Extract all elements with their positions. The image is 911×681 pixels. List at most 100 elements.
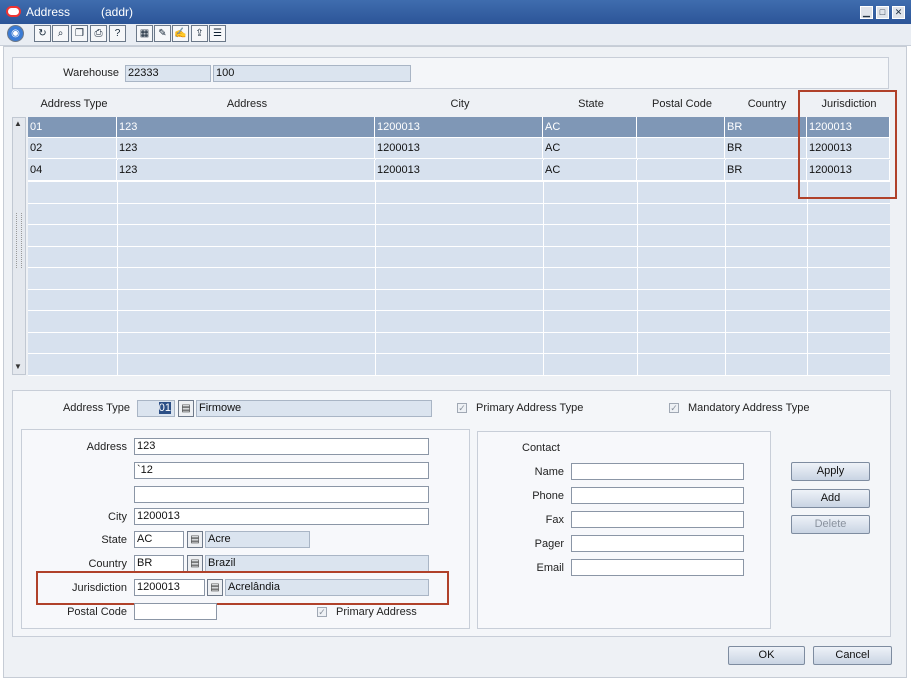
scroll-up-icon[interactable]: ▲ [14,119,22,128]
cell-state[interactable]: AC [543,117,637,138]
cell-country[interactable]: BR [725,138,807,159]
address-type-desc-field: Firmowe [196,400,432,417]
scroll-thumb[interactable] [16,213,22,268]
email-input[interactable] [571,559,744,576]
title-bar: Address (addr) ▁ □ ✕ [0,0,911,24]
contact-title: Contact [522,442,560,454]
pager-input[interactable] [571,535,744,552]
maximize-icon[interactable]: □ [876,6,889,19]
primary-address-type-label: Primary Address Type [476,402,584,414]
mandatory-address-type-checkbox[interactable]: ✓ [669,403,679,413]
refresh-icon[interactable]: ↻ [34,25,51,42]
column-header[interactable]: Address [118,98,376,110]
window-title: Address [26,5,71,19]
row-divider [28,245,890,247]
close-icon[interactable]: ✕ [892,6,905,19]
row-divider [28,374,890,376]
scroll-down-icon[interactable]: ▼ [14,362,22,371]
row-divider [28,181,890,182]
delete-button[interactable]: Delete [791,515,870,534]
cell-address-type[interactable]: 02 [28,138,117,159]
window-subtitle: (addr) [101,5,134,19]
address-type-field[interactable]: 01 [137,400,175,417]
cell-postal[interactable] [637,138,725,159]
grid-header: Address Type Address City State Postal C… [12,95,890,115]
row-divider [28,353,890,354]
row-divider [28,310,890,311]
cell-address[interactable]: 123 [117,160,375,181]
country-label: Country [88,558,127,570]
minimize-icon[interactable]: ▁ [860,6,873,19]
country-desc-field: Brazil [205,555,429,572]
list-icon[interactable]: ☰ [209,25,226,42]
city-input[interactable]: 1200013 [134,508,429,525]
cell-country[interactable]: BR [725,160,807,181]
oracle-logo-icon [6,6,21,17]
primary-address-type-checkbox[interactable]: ✓ [457,403,467,413]
cell-postal[interactable] [637,117,725,138]
help-icon[interactable]: ? [109,25,126,42]
column-header[interactable]: State [544,98,638,110]
edit-icon[interactable]: ✎ [154,25,171,42]
cell-address-type[interactable]: 01 [28,117,117,138]
country-lov-icon[interactable]: ▤ [187,555,203,572]
primary-address-label: Primary Address [336,606,417,618]
column-header[interactable]: Country [726,98,808,110]
add-button[interactable]: Add [791,489,870,508]
name-input[interactable] [571,463,744,480]
ok-button[interactable]: OK [728,646,805,665]
print-icon[interactable]: ⎙ [90,25,107,42]
cell-city[interactable]: 1200013 [375,117,543,138]
row-divider [28,288,890,290]
column-header[interactable]: City [376,98,544,110]
grid-icon[interactable]: ▦ [136,25,153,42]
globe-icon[interactable]: ◉ [7,25,24,42]
row-divider [28,202,890,204]
pager-label: Pager [534,538,564,550]
phone-input[interactable] [571,487,744,504]
jurisdiction-column-highlight [798,90,897,199]
export-icon[interactable]: ⇪ [191,25,208,42]
address-line3-input[interactable] [134,486,429,503]
apply-button[interactable]: Apply [791,462,870,481]
find-icon[interactable]: ⌕ [52,25,69,42]
column-header[interactable]: Address Type [30,98,118,110]
cell-address[interactable]: 123 [117,117,375,138]
row-divider [28,224,890,225]
warehouse-label: Warehouse [63,67,119,79]
column-header[interactable]: Postal Code [638,98,726,110]
row-divider [28,267,890,268]
cell-state[interactable]: AC [543,160,637,181]
address-line2-input[interactable]: `12 [134,462,429,479]
warehouse-name-field: 100 [213,65,411,82]
address-line1-input[interactable]: 123 [134,438,429,455]
table-row[interactable]: 01 123 1200013 AC BR 1200013 [28,117,890,138]
country-input[interactable]: BR [134,555,184,572]
table-row[interactable]: 04 123 1200013 AC BR 1200013 [28,160,890,181]
cell-state[interactable]: AC [543,138,637,159]
cell-address[interactable]: 123 [117,138,375,159]
primary-address-checkbox[interactable]: ✓ [317,607,327,617]
row-divider [28,331,890,333]
cell-address-type[interactable]: 04 [28,160,117,181]
cell-city[interactable]: 1200013 [375,138,543,159]
state-label: State [101,534,127,546]
grid-scrollbar[interactable]: ▲ ▼ [12,117,26,375]
fax-input[interactable] [571,511,744,528]
note-icon[interactable]: ✍ [172,25,189,42]
toolbar: ◉ ↻ ⌕ ❐ ⎙ ? ▦ ✎ ✍ ⇪ ☰ [0,24,911,46]
state-input[interactable]: AC [134,531,184,548]
postal-code-input[interactable] [134,603,217,620]
cell-postal[interactable] [637,160,725,181]
contact-subpanel [477,431,771,629]
jurisdiction-field-highlight [36,571,449,605]
address-type-lov-icon[interactable]: ▤ [178,400,194,417]
table-row[interactable]: 02 123 1200013 AC BR 1200013 [28,138,890,159]
state-lov-icon[interactable]: ▤ [187,531,203,548]
city-label: City [108,511,127,523]
copy-icon[interactable]: ❐ [71,25,88,42]
email-label: Email [536,562,564,574]
cancel-button[interactable]: Cancel [813,646,892,665]
cell-city[interactable]: 1200013 [375,160,543,181]
cell-country[interactable]: BR [725,117,807,138]
